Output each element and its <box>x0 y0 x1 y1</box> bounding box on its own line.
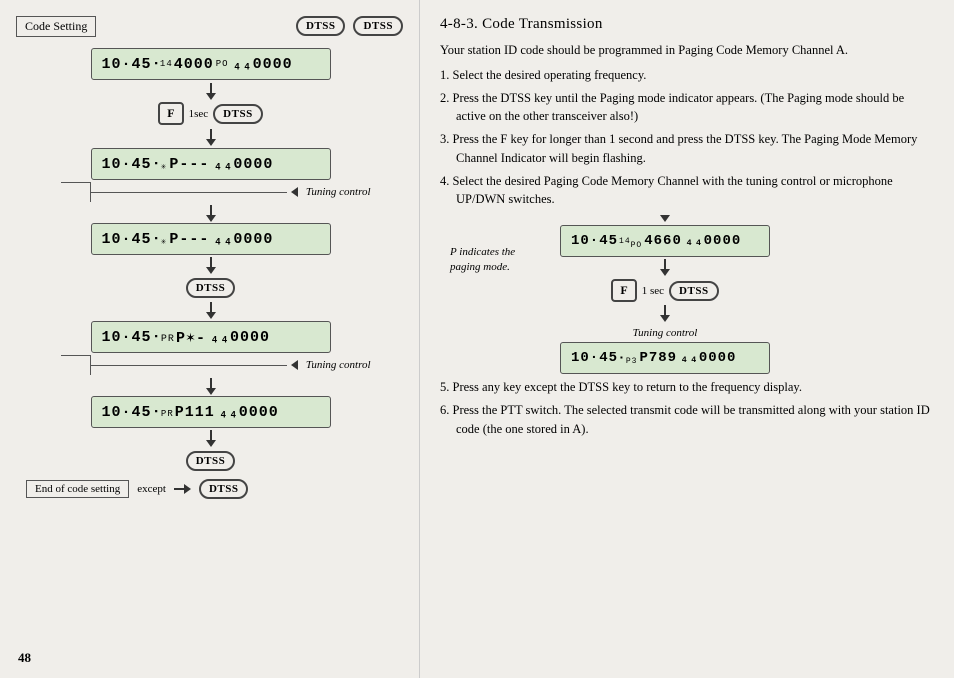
step-3: 3. Press the F key for longer than 1 sec… <box>440 130 934 168</box>
right-lcd-1: 10·45 14 PO 4660 ₄₄0000 <box>560 225 770 257</box>
right-panel: 4-8-3. Code Transmission Your station ID… <box>420 0 954 678</box>
intro-text: Your station ID code should be programme… <box>440 41 934 60</box>
dtss-button-3[interactable]: DTSS <box>186 278 236 298</box>
tuning-control-label-1: Tuning control <box>306 186 371 198</box>
lcd-display-5: 10·45 ▪ PR P111 ₄₄0000 <box>91 396 331 428</box>
one-sec-label-1: 1sec <box>189 108 209 120</box>
left-flow: 10·45 ▪14 4000 PO ₄₄0000 F 1sec DTSS 10·… <box>18 48 403 499</box>
section-title: 4-8-3. Code Transmission <box>440 16 934 33</box>
right-lcd-2: 10·45 ▪ P3 P789 ₄₄0000 <box>560 342 770 374</box>
step-5: 5. Press any key except the DTSS key to … <box>440 378 934 397</box>
right-flow-diagram: 10·45 14 PO 4660 ₄₄0000 F 1 sec DTSS <box>560 215 770 374</box>
right-dtss-button[interactable]: DTSS <box>669 281 719 301</box>
f-button-1[interactable]: F <box>158 102 183 125</box>
right-f-button[interactable]: F <box>611 279 636 302</box>
dtss-button-top1[interactable]: DTSS <box>296 16 346 36</box>
step-2: 2. Press the DTSS key until the Paging m… <box>440 89 934 127</box>
dtss-button-5[interactable]: DTSS <box>199 479 249 499</box>
end-of-code-setting-label: End of code setting <box>26 480 129 498</box>
page-number: 48 <box>18 650 31 666</box>
tuning-control-label-2: Tuning control <box>306 359 371 371</box>
lcd-display-4: 10·45 ▪ PR P✶- ₄₄0000 <box>91 321 331 353</box>
step-4: 4. Select the desired Paging Code Memory… <box>440 172 934 210</box>
dtss-button-top2[interactable]: DTSS <box>353 16 403 36</box>
left-panel: Code Setting DTSS DTSS 10·45 ▪14 4000 PO… <box>0 0 420 678</box>
step-6: 6. Press the PTT switch. The selected tr… <box>440 401 934 439</box>
lcd-display-1: 10·45 ▪14 4000 PO ₄₄0000 <box>91 48 331 80</box>
lcd-display-2: 10·45 ▪ ✳ P--- ₄₄0000 <box>91 148 331 180</box>
dtss-button-2[interactable]: DTSS <box>213 104 263 124</box>
lcd-display-3: 10·45 ▪ ✳ P--- ₄₄0000 <box>91 223 331 255</box>
dtss-button-4[interactable]: DTSS <box>186 451 236 471</box>
right-one-sec: 1 sec <box>642 285 664 297</box>
right-tuning-label: Tuning control <box>633 327 698 339</box>
step-1: 1. Select the desired operating frequenc… <box>440 66 934 85</box>
p-indicates-text: P indicates thepaging mode. <box>450 215 560 374</box>
code-setting-label: Code Setting <box>16 16 96 37</box>
except-label: except <box>137 483 166 495</box>
steps-list-2: 5. Press any key except the DTSS key to … <box>440 378 934 438</box>
steps-list: 1. Select the desired operating frequenc… <box>440 66 934 209</box>
